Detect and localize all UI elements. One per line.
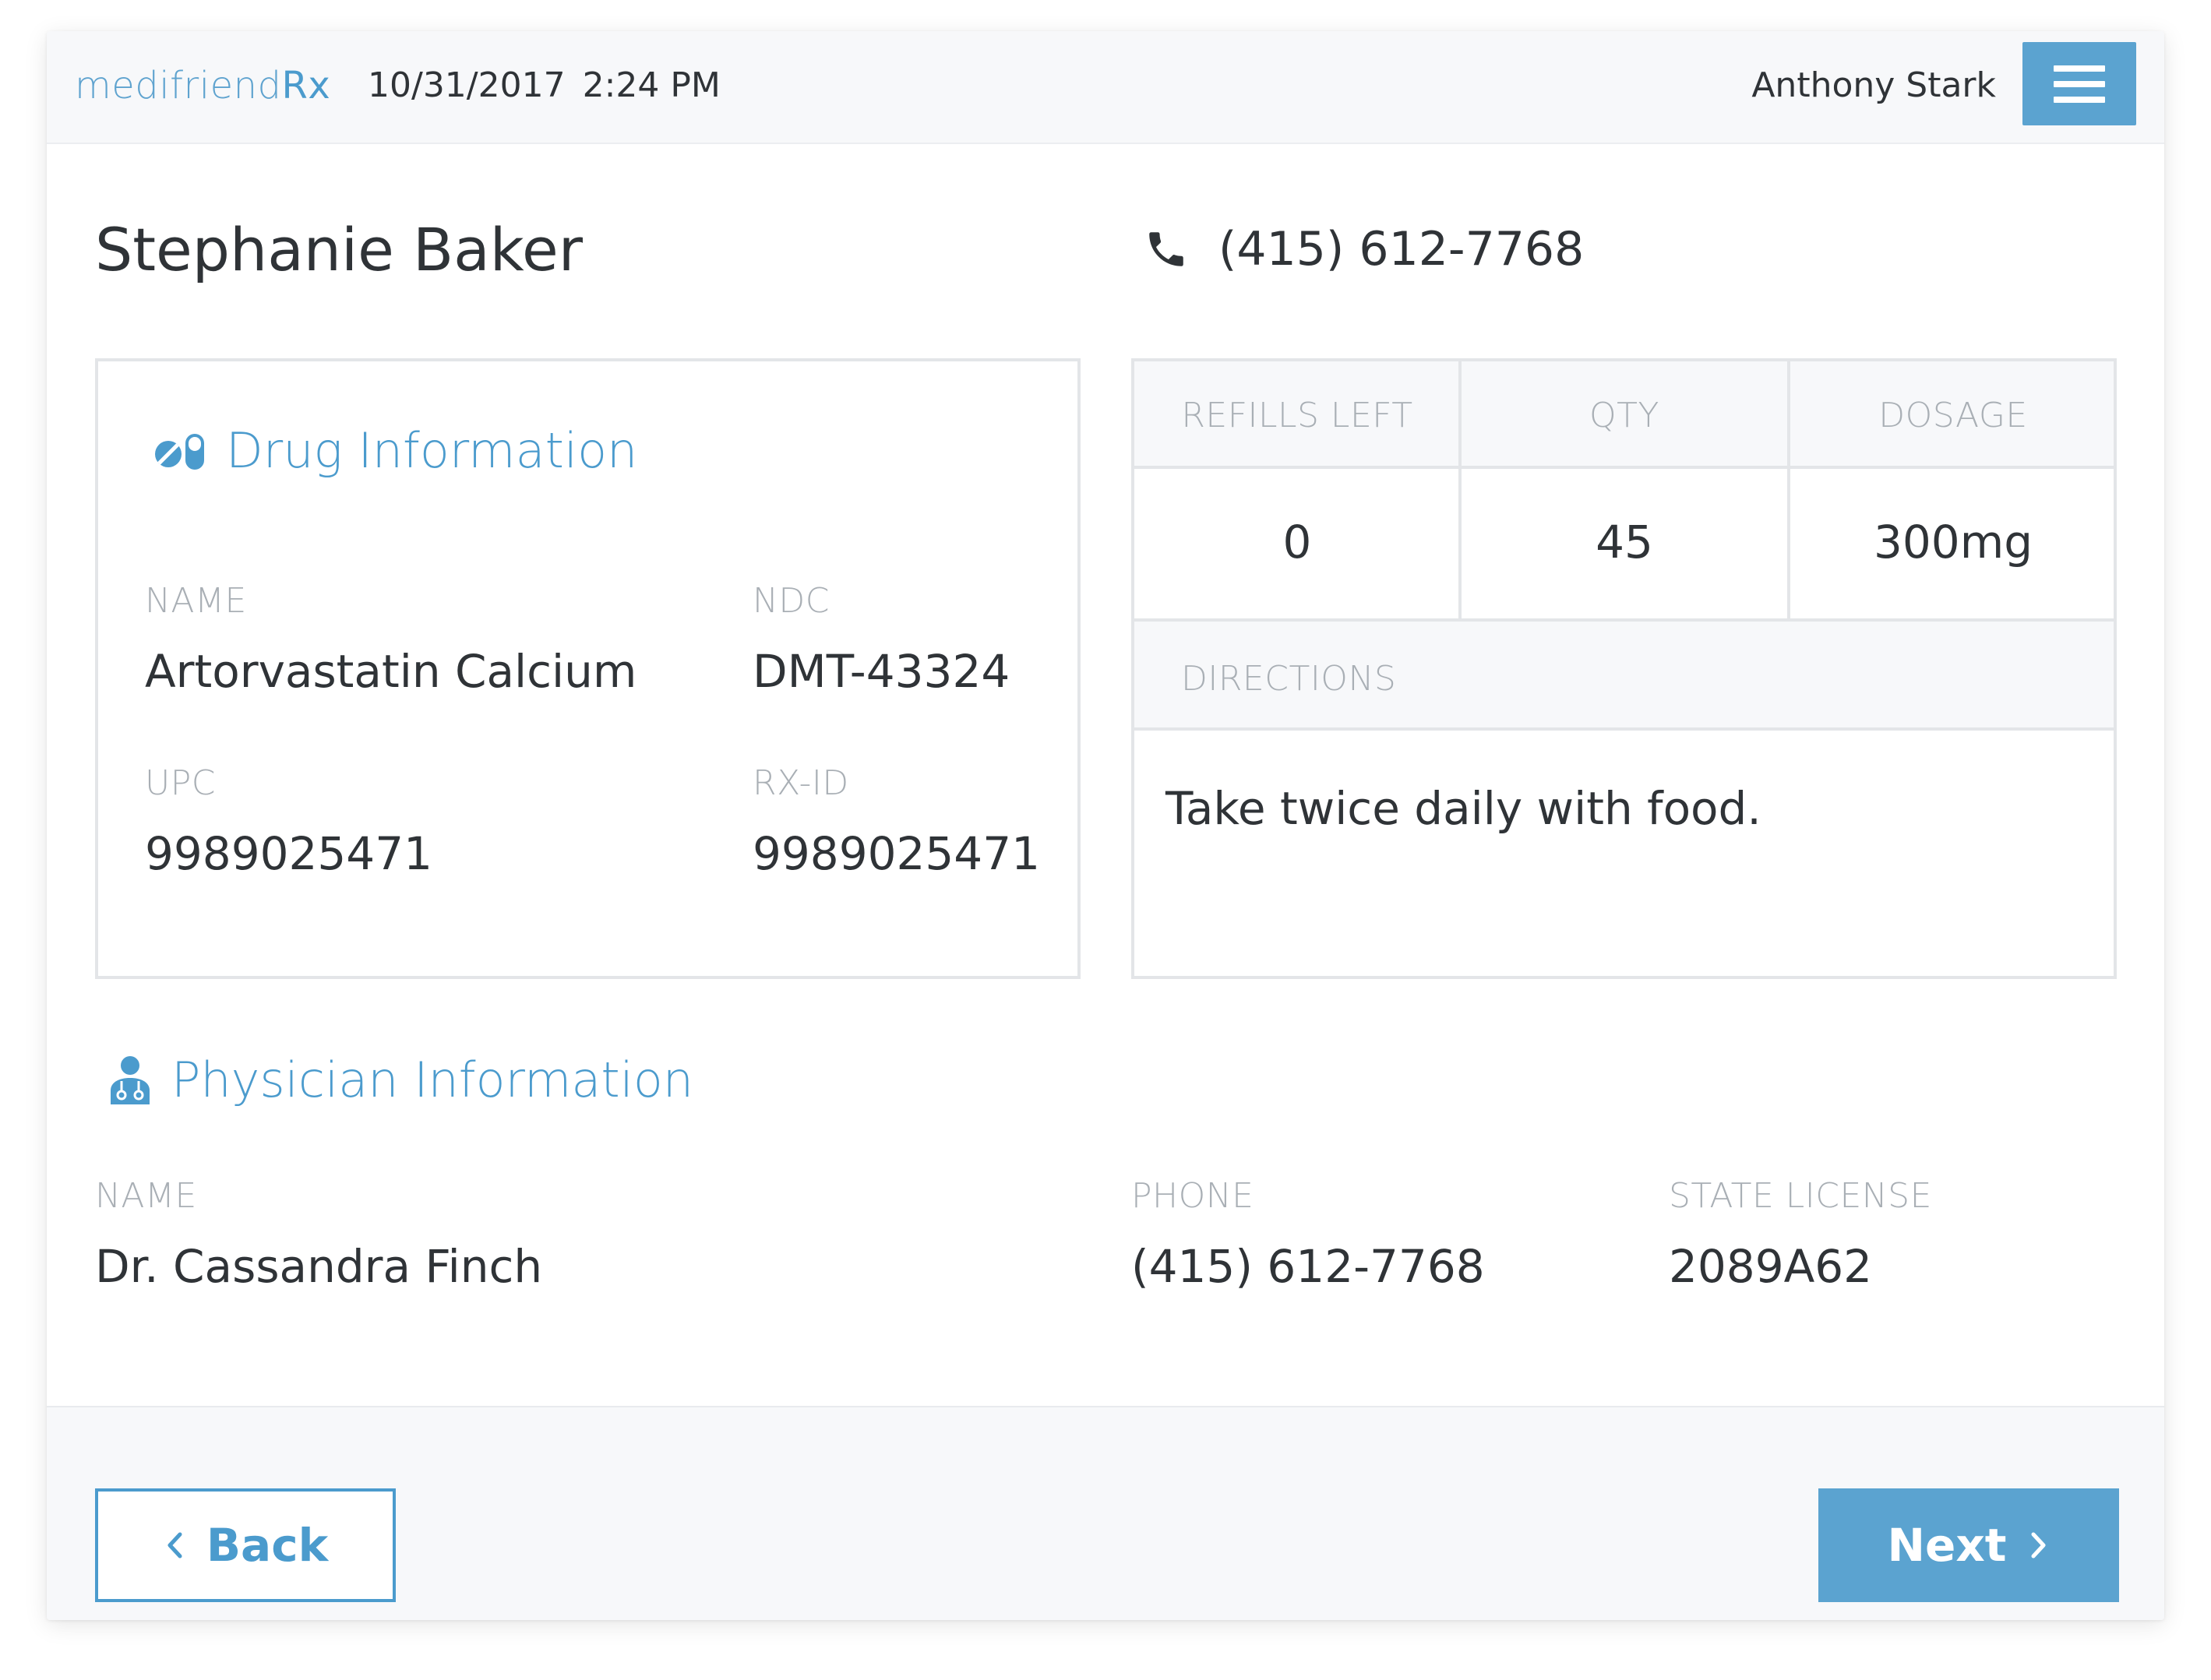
qty-value: 45 bbox=[1596, 516, 1653, 569]
current-time: 2:24 PM bbox=[582, 65, 721, 105]
drug-information-title-text: Drug Information bbox=[226, 422, 638, 479]
dosage-value: 300mg bbox=[1873, 516, 2033, 569]
chevron-right-icon bbox=[2031, 1532, 2045, 1558]
prescription-details-table: REFILLS LEFT QTY DOSAGE 0 45 300mg DIREC… bbox=[1131, 358, 2117, 979]
directions-label: DIRECTIONS bbox=[1181, 659, 1397, 699]
drug-information-panel: Drug Information NAME Artorvastatin Calc… bbox=[95, 358, 1081, 979]
state-license-label: STATE LICENSE bbox=[1669, 1176, 1932, 1216]
refills-left-value: 0 bbox=[1282, 516, 1312, 569]
dosage-label: DOSAGE bbox=[1878, 396, 2028, 435]
physician-name-value: Dr. Cassandra Finch bbox=[95, 1240, 543, 1293]
next-button-label: Next bbox=[1887, 1519, 2007, 1572]
ndc-label: NDC bbox=[753, 581, 830, 621]
physician-information-title: Physician Information bbox=[108, 1051, 693, 1108]
user-name: Anthony Stark bbox=[1751, 65, 1996, 105]
chevron-left-icon bbox=[168, 1532, 182, 1558]
datetime: 10/31/2017 2:24 PM bbox=[368, 65, 721, 105]
back-button-label: Back bbox=[206, 1519, 329, 1572]
column-divider bbox=[1458, 361, 1462, 622]
doctor-icon bbox=[111, 1055, 150, 1104]
drug-information-title: Drug Information bbox=[153, 422, 637, 479]
logo-suffix: Rx bbox=[281, 64, 331, 107]
drug-name-value: Artorvastatin Calcium bbox=[145, 645, 637, 698]
physician-information-title-text: Physician Information bbox=[171, 1051, 694, 1108]
physician-phone-value: (415) 612-7768 bbox=[1131, 1240, 1485, 1293]
state-license-value: 2089A62 bbox=[1669, 1240, 1873, 1293]
patient-phone-number: (415) 612-7768 bbox=[1218, 222, 1585, 276]
next-button[interactable]: Next bbox=[1818, 1488, 2119, 1602]
phone-icon bbox=[1149, 232, 1183, 266]
drug-name-label: NAME bbox=[145, 581, 247, 621]
prescription-card: medifriendRx 10/31/2017 2:24 PM Anthony S… bbox=[47, 31, 2164, 1620]
menu-button[interactable] bbox=[2022, 42, 2136, 125]
app-logo: medifriendRx bbox=[75, 64, 330, 107]
directions-header: DIRECTIONS bbox=[1134, 622, 2114, 731]
patient-phone: (415) 612-7768 bbox=[1144, 222, 1584, 276]
footer-bar: Back Next bbox=[47, 1406, 2164, 1620]
current-date: 10/31/2017 bbox=[368, 65, 566, 105]
directions-value: Take twice daily with food. bbox=[1165, 782, 1761, 835]
ndc-value: DMT-43324 bbox=[753, 645, 1010, 698]
back-button[interactable]: Back bbox=[95, 1488, 396, 1602]
upc-value: 9989025471 bbox=[145, 827, 433, 880]
patient-name: Stephanie Baker bbox=[95, 215, 583, 284]
qty-label: QTY bbox=[1589, 396, 1659, 435]
top-bar: medifriendRx 10/31/2017 2:24 PM Anthony S… bbox=[47, 31, 2164, 144]
logo-main: medifriend bbox=[75, 64, 282, 107]
column-divider bbox=[1787, 361, 1790, 622]
rx-table-header: REFILLS LEFT QTY DOSAGE bbox=[1134, 361, 2114, 469]
rx-id-value: 9989025471 bbox=[753, 827, 1041, 880]
physician-phone-label: PHONE bbox=[1131, 1176, 1254, 1216]
refills-left-label: REFILLS LEFT bbox=[1181, 396, 1413, 435]
physician-name-label: NAME bbox=[95, 1176, 197, 1216]
rx-table-values: 0 45 300mg bbox=[1134, 469, 2114, 622]
rx-id-label: RX-ID bbox=[753, 763, 849, 803]
pill-icon bbox=[155, 433, 204, 470]
upc-label: UPC bbox=[145, 763, 216, 803]
